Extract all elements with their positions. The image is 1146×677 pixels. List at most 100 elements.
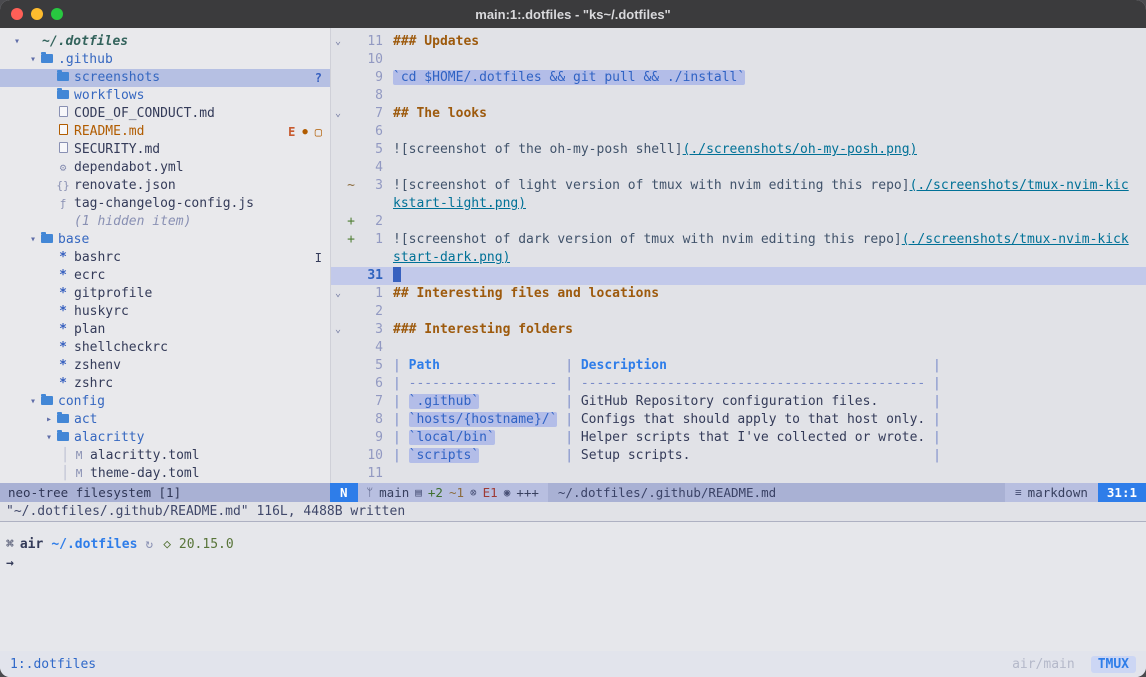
- tree-item-label: ecrc: [74, 267, 105, 285]
- editor-line[interactable]: +2: [331, 213, 1146, 231]
- editor-line[interactable]: 4: [331, 159, 1146, 177]
- editor-line[interactable]: +1![screenshot of dark version of tmux w…: [331, 231, 1146, 249]
- tree-item-bashrc[interactable]: *bashrcI: [0, 249, 330, 267]
- editor-line[interactable]: 8: [331, 87, 1146, 105]
- tree-item-1-hidden-item[interactable]: (1 hidden item): [0, 213, 330, 231]
- prompt-arrow: →: [6, 554, 14, 573]
- editor-line[interactable]: 31: [331, 267, 1146, 285]
- editor-line[interactable]: ⌄3### Interesting folders: [331, 321, 1146, 339]
- line-text: ![screenshot of the oh-my-posh shell](./…: [383, 141, 917, 159]
- editor-line[interactable]: kstart-light.png): [331, 195, 1146, 213]
- editor-line[interactable]: 4: [331, 339, 1146, 357]
- tree-item-act[interactable]: ▸act: [0, 411, 330, 429]
- minimize-button[interactable]: [31, 8, 43, 20]
- text-segment: Path: [409, 358, 440, 373]
- tree-item-base[interactable]: ▾base: [0, 231, 330, 249]
- text-segment: ![screenshot of the oh-my-posh shell]: [393, 142, 683, 157]
- editor-line[interactable]: ⌄7## The looks: [331, 105, 1146, 123]
- tree-item-label: .github: [58, 51, 113, 69]
- text-segment: |: [925, 376, 941, 391]
- fold-chevron-icon[interactable]: ⌄: [331, 285, 345, 303]
- chevron-open-icon[interactable]: ▾: [10, 33, 24, 51]
- chevron-open-icon[interactable]: ▾: [42, 429, 56, 447]
- tree-item-badges: ?: [315, 69, 322, 87]
- editor-line[interactable]: start-dark.png): [331, 249, 1146, 267]
- editor-line[interactable]: 6: [331, 123, 1146, 141]
- editor-line[interactable]: 6| ------------------- | ---------------…: [331, 375, 1146, 393]
- tree-item-label: CODE_OF_CONDUCT.md: [74, 105, 215, 123]
- tmux-right-status: air/main TMUX: [1012, 656, 1136, 673]
- tree-item-plan[interactable]: *plan: [0, 321, 330, 339]
- editor-line[interactable]: 8| `hosts/{hostname}/` | Configs that sh…: [331, 411, 1146, 429]
- chevron-closed-icon[interactable]: ▸: [42, 411, 56, 429]
- line-text: | Path | Description |: [383, 357, 941, 375]
- buffer-icon: ▤: [415, 483, 422, 502]
- shell-prompt-line: ⌘ air ~/.dotfiles ↻ ◇ 20.15.0: [6, 535, 1140, 554]
- shell-pane[interactable]: ⌘ air ~/.dotfiles ↻ ◇ 20.15.0 →: [0, 522, 1146, 651]
- tree-item-zshenv[interactable]: *zshenv: [0, 357, 330, 375]
- sign-column: [345, 375, 357, 393]
- fold-chevron-icon[interactable]: ⌄: [331, 33, 345, 51]
- text-segment: Setup scripts.: [581, 448, 925, 463]
- editor-line[interactable]: 7| `.github` | GitHub Repository configu…: [331, 393, 1146, 411]
- chevron-open-icon[interactable]: ▾: [26, 51, 40, 69]
- zoom-button[interactable]: [51, 8, 63, 20]
- tree-item-ecrc[interactable]: *ecrc: [0, 267, 330, 285]
- fold-chevron-icon[interactable]: ⌄: [331, 105, 345, 123]
- sign-column: [345, 429, 357, 447]
- chevron-open-icon[interactable]: ▾: [26, 393, 40, 411]
- tree-item-theme-day-toml[interactable]: │Mtheme-day.toml: [0, 465, 330, 483]
- tmux-session-name: air/main: [1012, 657, 1075, 672]
- sign-column: [345, 447, 357, 465]
- text-segment: |: [557, 412, 580, 427]
- tree-item-alacritty[interactable]: ▾alacritty: [0, 429, 330, 447]
- tree-item-gitprofile[interactable]: *gitprofile: [0, 285, 330, 303]
- tmux-window-tab[interactable]: 1:.dotfiles: [10, 657, 96, 672]
- file-path: ~/.dotfiles/.github/README.md: [548, 483, 1005, 502]
- tree-item-security-md[interactable]: SECURITY.md: [0, 141, 330, 159]
- editor-line[interactable]: 9`cd $HOME/.dotfiles && git pull && ./in…: [331, 69, 1146, 87]
- line-number: 2: [357, 303, 383, 321]
- tree-item-readme-md[interactable]: README.mdE●▢: [0, 123, 330, 141]
- chevron-open-icon[interactable]: ▾: [26, 231, 40, 249]
- text-segment: `scripts`: [409, 448, 479, 463]
- editor-line[interactable]: 10| `scripts` | Setup scripts. |: [331, 447, 1146, 465]
- tree-item-renovate-json[interactable]: {}renovate.json: [0, 177, 330, 195]
- tree-item-config[interactable]: ▾config: [0, 393, 330, 411]
- tree-item-code-of-conduct-md[interactable]: CODE_OF_CONDUCT.md: [0, 105, 330, 123]
- editor-line[interactable]: 9| `local/bin` | Helper scripts that I'v…: [331, 429, 1146, 447]
- editor-line[interactable]: 10: [331, 51, 1146, 69]
- tree-item-dotfiles[interactable]: ▾~/.dotfiles: [0, 33, 330, 51]
- text-segment: |: [925, 358, 941, 373]
- tree-item-label: bashrc: [74, 249, 121, 267]
- git-segment: ᛘmain ▤+2~1 ⊗E1 ◉+++: [358, 483, 548, 502]
- tree-item-huskyrc[interactable]: *huskyrc: [0, 303, 330, 321]
- text-segment: |: [557, 394, 580, 409]
- close-button[interactable]: [11, 8, 23, 20]
- editor-line[interactable]: 11: [331, 465, 1146, 483]
- line-number: 10: [357, 447, 383, 465]
- editor-line[interactable]: ⌄11### Updates: [331, 33, 1146, 51]
- line-text: kstart-light.png): [383, 195, 526, 213]
- fold-chevron-icon[interactable]: ⌄: [331, 321, 345, 339]
- line-number: 10: [357, 51, 383, 69]
- editor-line[interactable]: 2: [331, 303, 1146, 321]
- editor-line[interactable]: 5| Path | Description |: [331, 357, 1146, 375]
- line-number: 5: [357, 357, 383, 375]
- shell-input-line[interactable]: →: [6, 554, 1140, 573]
- tree-item-tag-changelog-config-js[interactable]: ƒtag-changelog-config.js: [0, 195, 330, 213]
- tree-item-alacritty-toml[interactable]: │Malacritty.toml: [0, 447, 330, 465]
- tree-item-zshrc[interactable]: *zshrc: [0, 375, 330, 393]
- line-text: ### Interesting folders: [383, 321, 573, 339]
- editor-line[interactable]: 5![screenshot of the oh-my-posh shell](.…: [331, 141, 1146, 159]
- tree-item-github[interactable]: ▾ .github: [0, 51, 330, 69]
- tree-item-screenshots[interactable]: screenshots?: [0, 69, 330, 87]
- text-segment: Description: [581, 358, 667, 373]
- tree-item-workflows[interactable]: workflows: [0, 87, 330, 105]
- line-text: | `scripts` | Setup scripts. |: [383, 447, 941, 465]
- shell-file-icon: *: [56, 267, 70, 285]
- editor-line[interactable]: ⌄1## Interesting files and locations: [331, 285, 1146, 303]
- tree-item-shellcheckrc[interactable]: *shellcheckrc: [0, 339, 330, 357]
- tree-item-dependabot-yml[interactable]: ⚙dependabot.yml: [0, 159, 330, 177]
- editor-line[interactable]: ~3![screenshot of light version of tmux …: [331, 177, 1146, 195]
